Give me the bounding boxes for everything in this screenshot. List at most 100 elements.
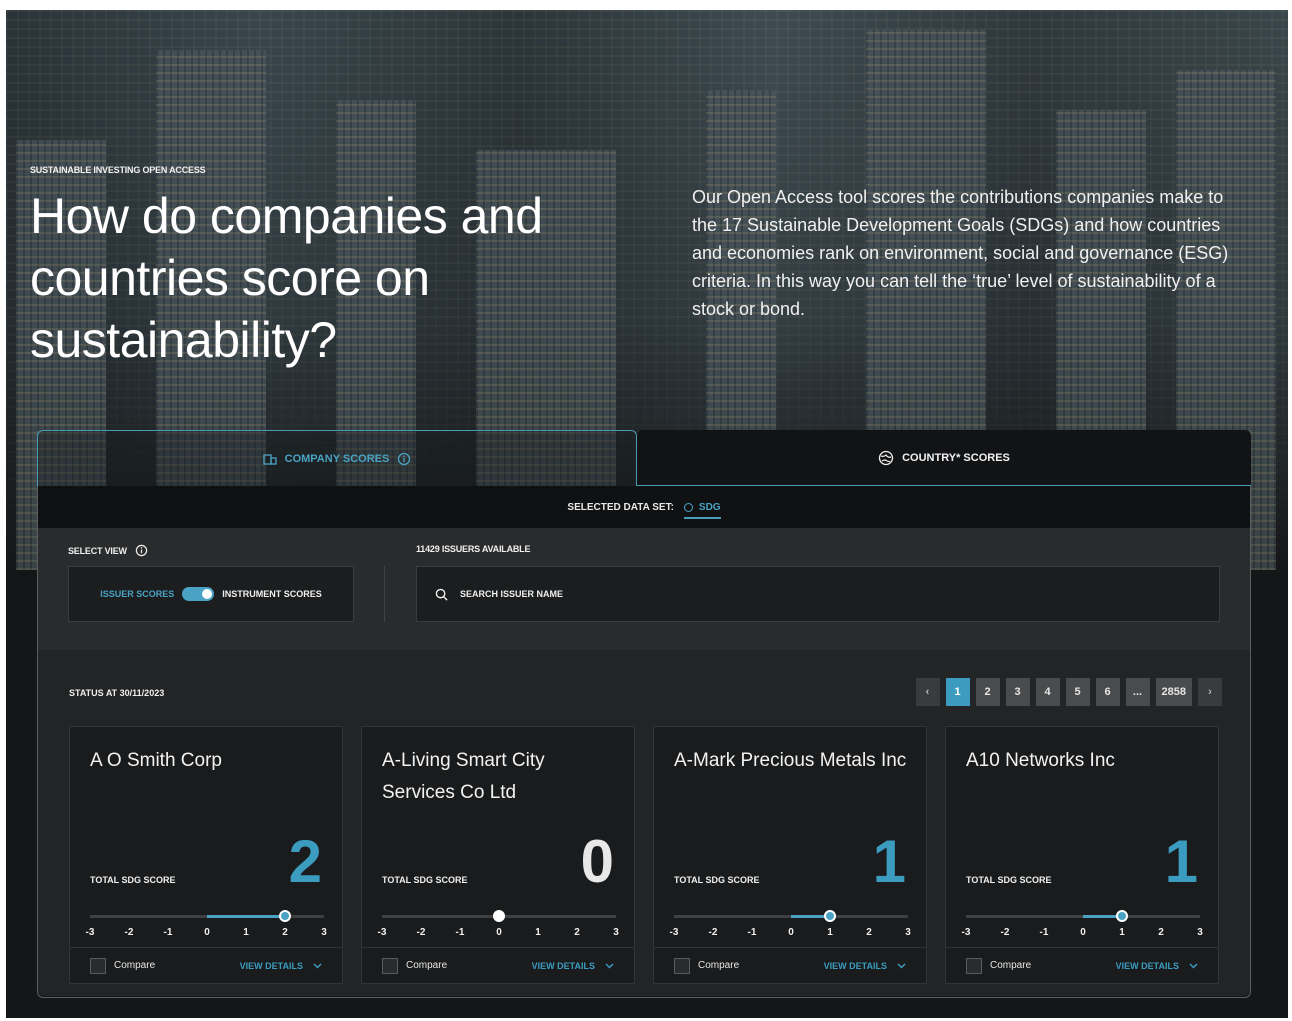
view-details-link[interactable]: VIEW DETAILS xyxy=(532,961,614,971)
search-input[interactable]: SEARCH ISSUER NAME xyxy=(416,566,1220,622)
total-score-label: TOTAL SDG SCORE xyxy=(382,875,468,885)
hero-kicker: SUSTAINABLE INVESTING OPEN ACCESS xyxy=(30,165,206,175)
score-scale: -3 -2 -1 0 1 2 3 xyxy=(378,901,619,941)
card-footer: Compare VIEW DETAILS xyxy=(654,947,926,983)
tab-country-label: COUNTRY* SCORES xyxy=(902,452,1010,464)
scale-tick: 2 xyxy=(1158,927,1164,938)
status-date: STATUS AT 30/11/2023 xyxy=(69,688,165,698)
scale-tick: 0 xyxy=(496,927,502,938)
pagination: ‹ 1 2 3 4 5 6... 2858 › xyxy=(915,678,1222,706)
pagination-page-6[interactable]: 6 xyxy=(1095,678,1120,706)
scale-tick: 3 xyxy=(321,927,327,938)
tab-country-scores[interactable]: COUNTRY* SCORES xyxy=(637,430,1251,486)
card-footer: Compare VIEW DETAILS xyxy=(946,947,1218,983)
pagination-page-3[interactable]: 3 xyxy=(1005,678,1030,706)
view-details-label: VIEW DETAILS xyxy=(823,960,887,971)
scale-tick: 0 xyxy=(204,927,210,938)
issuer-card: A10 Networks Inc 1 TOTAL SDG SCORE -3 -2-… xyxy=(945,726,1219,984)
card-footer: Compare VIEW DETAILS xyxy=(70,947,342,983)
info-icon[interactable] xyxy=(135,544,148,557)
issuer-card: A-Living Smart City Services Co Ltd 0 TO… xyxy=(361,726,635,984)
info-icon[interactable] xyxy=(397,452,411,466)
scale-tick: -2 xyxy=(708,927,718,938)
pagination-ellipsis[interactable]: ... xyxy=(1125,678,1150,706)
pagination-next-button[interactable]: › xyxy=(1198,678,1222,706)
pagination-prev-button[interactable]: ‹ xyxy=(915,678,940,706)
toggle-instrument-scores[interactable]: INSTRUMENT SCORES xyxy=(222,589,322,599)
select-view-heading: SELECT VIEW xyxy=(68,544,148,557)
compare-checkbox[interactable] xyxy=(382,957,398,974)
score-scale: -3 -2 -1 0 1 2 3 xyxy=(86,901,327,941)
total-score-label: TOTAL SDG SCORE xyxy=(674,875,760,885)
divider xyxy=(384,566,385,622)
controls-bar: SELECT VIEW ISSUER SCORES INSTRUMENT SCO… xyxy=(38,528,1250,650)
scale-tick: -2 xyxy=(416,927,426,938)
scale-tick: 0 xyxy=(788,927,794,938)
radio-ring-icon xyxy=(683,502,693,512)
compare-label: Compare xyxy=(114,960,156,971)
toggle-issuer-scores[interactable]: ISSUER SCORES xyxy=(100,589,174,599)
scale-knob xyxy=(279,910,291,922)
issuer-name: A O Smith Corp xyxy=(90,750,222,771)
dataset-bar: SELECTED DATA SET: SDG xyxy=(38,486,1250,528)
tab-company-scores[interactable]: COMPANY SCORES xyxy=(37,430,637,486)
pagination-page-4[interactable]: 4 xyxy=(1035,678,1060,706)
pagination-page-1[interactable]: 1 xyxy=(945,678,970,706)
dataset-label: SELECTED DATA SET: xyxy=(567,501,674,513)
scale-tick: 1 xyxy=(827,927,833,938)
score-scale: -3 -2 -1 0 1 2 3 xyxy=(962,901,1203,941)
view-details-label: VIEW DETAILS xyxy=(1115,960,1179,971)
issuer-name: A-Living Smart City Services Co Ltd xyxy=(382,750,545,803)
scale-knob xyxy=(823,910,836,922)
compare-checkbox[interactable] xyxy=(90,957,106,974)
scale-knob xyxy=(493,910,505,922)
view-details-link[interactable]: VIEW DETAILS xyxy=(824,961,906,971)
issuer-card: A-Mark Precious Metals Inc 1 TOTAL SDG S… xyxy=(653,726,927,984)
scale-tick: -2 xyxy=(1000,927,1010,938)
results-area: STATUS AT 30/11/2023 ‹ 1 2 3 4 5 6... 2858 › A O… xyxy=(38,650,1250,996)
chevron-down-icon xyxy=(1189,962,1198,969)
scale-fill xyxy=(207,915,285,918)
dataset-selector[interactable]: SDG xyxy=(683,502,721,519)
view-details-link[interactable]: VIEW DETAILS xyxy=(1116,961,1198,971)
select-view-label: SELECT VIEW xyxy=(68,545,127,556)
score-scale: -3 -2 -1 0 1 2 3 xyxy=(670,901,911,941)
pagination-page-2858[interactable]: 2858 xyxy=(1155,678,1192,706)
scale-tick: 2 xyxy=(866,927,872,938)
scale-tick: 2 xyxy=(574,927,580,938)
scale-tick: -1 xyxy=(1039,927,1049,938)
issuers-available: 11429 ISSUERS AVAILABLE xyxy=(416,544,531,554)
scale-tick: -1 xyxy=(455,927,465,938)
compare-label: Compare xyxy=(406,960,448,971)
scale-tick: -2 xyxy=(124,927,134,938)
view-details-label: VIEW DETAILS xyxy=(239,960,303,971)
total-score-value: 1 xyxy=(1164,828,1198,895)
scale-tick: 3 xyxy=(905,927,911,938)
issuer-name: A-Mark Precious Metals Inc xyxy=(674,750,907,771)
scale-tick: -3 xyxy=(377,927,387,938)
scale-tick: -3 xyxy=(669,927,679,938)
view-toggle: ISSUER SCORES INSTRUMENT SCORES xyxy=(68,566,354,622)
chevron-down-icon xyxy=(313,962,322,969)
scale-tick: -1 xyxy=(747,927,757,938)
view-switch[interactable] xyxy=(182,587,215,601)
scale-knob xyxy=(1115,910,1128,922)
compare-label: Compare xyxy=(698,960,740,971)
total-score-value: 0 xyxy=(580,828,614,895)
globe-icon xyxy=(878,450,894,466)
scale-tick: 1 xyxy=(1119,927,1125,938)
scale-tick: 0 xyxy=(1080,927,1086,938)
pagination-page-5[interactable]: 5 xyxy=(1065,678,1090,706)
scale-tick: 3 xyxy=(613,927,619,938)
search-icon xyxy=(435,588,448,601)
chevron-down-icon xyxy=(605,962,614,969)
hero-description: Our Open Access tool scores the contribu… xyxy=(692,187,1229,319)
tab-company-label: COMPANY SCORES xyxy=(284,452,390,465)
pagination-page-2[interactable]: 2 xyxy=(975,678,1000,706)
scale-tick: -3 xyxy=(85,927,95,938)
view-details-link[interactable]: VIEW DETAILS xyxy=(240,961,322,971)
compare-checkbox[interactable] xyxy=(674,957,690,974)
hero-title: How do companies and countries score on … xyxy=(30,188,543,368)
compare-checkbox[interactable] xyxy=(966,957,982,974)
issuer-name: A10 Networks Inc xyxy=(966,750,1115,771)
